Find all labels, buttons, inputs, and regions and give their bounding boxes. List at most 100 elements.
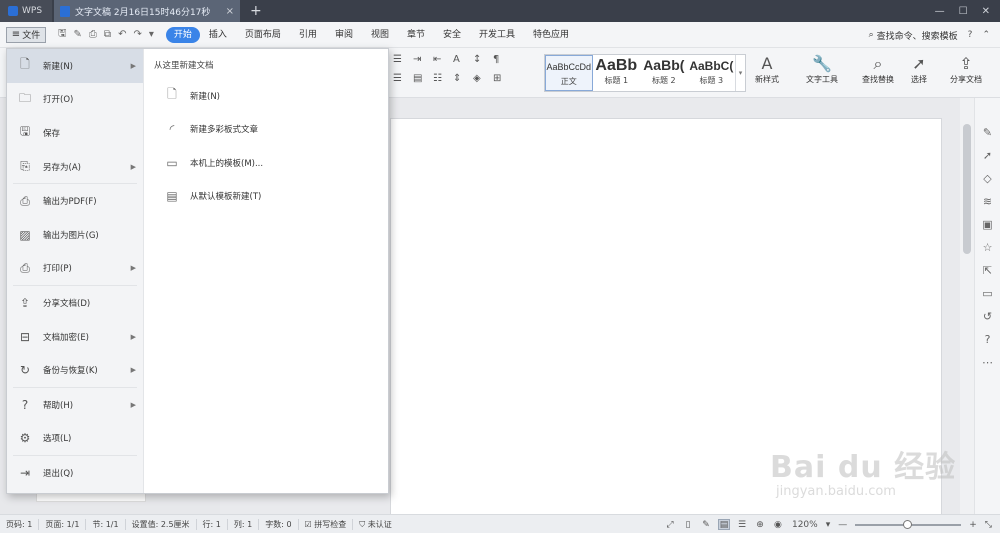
tab-page-layout[interactable]: 页面布局: [236, 27, 290, 43]
menu-exit[interactable]: ⇥ 退出(Q): [7, 456, 143, 490]
certification-status[interactable]: ⛉ 未认证: [353, 519, 398, 530]
style-heading-3[interactable]: AaBbC( 标题 3: [688, 55, 736, 91]
zoom-dropdown-icon[interactable]: ▾: [826, 520, 831, 530]
align-icon[interactable]: ☰: [393, 54, 413, 65]
distribute-icon[interactable]: ☷: [433, 73, 453, 84]
submenu-default-template[interactable]: ▤ 从默认模板新建(T): [154, 180, 378, 214]
tab-features[interactable]: 特色应用: [524, 27, 578, 43]
submenu-local-template[interactable]: ▭ 本机上的模板(M)...: [154, 146, 378, 180]
align-right-icon[interactable]: ☰: [393, 73, 413, 84]
style-gallery-scroll[interactable]: ▾: [735, 55, 745, 91]
menu-new[interactable]: 🗋 新建(N) ▶: [7, 49, 143, 83]
reading-view-icon[interactable]: ▯: [682, 519, 694, 530]
menu-save-as[interactable]: ⎘ 另存为(A) ▶: [7, 150, 143, 184]
menu-export-pdf[interactable]: ⎙ 输出为PDF(F): [7, 184, 143, 218]
help-icon[interactable]: ?: [968, 30, 973, 40]
menu-help[interactable]: ? 帮助(H) ▶: [7, 388, 143, 422]
justify-icon[interactable]: ▤: [413, 73, 433, 84]
page-view-icon[interactable]: ▤: [717, 519, 730, 530]
tab-view[interactable]: 视图: [362, 27, 398, 43]
scrollbar-thumb[interactable]: [963, 124, 971, 254]
zoom-slider-knob[interactable]: [903, 519, 913, 529]
zoom-in-icon[interactable]: +: [969, 520, 977, 530]
outdent-icon[interactable]: ⇤: [433, 54, 453, 65]
format-painter-icon[interactable]: ✎: [74, 29, 82, 40]
menu-print[interactable]: ⎙ 打印(P) ▶: [7, 252, 143, 286]
menu-export-image[interactable]: ▨ 输出为图片(G): [7, 218, 143, 252]
new-submenu: 从这里新建文档 🗋 新建(N) ◜ 新建多彩板式文章 ▭ 本机上的模板(M)... ▤…: [144, 49, 388, 493]
menu-encrypt[interactable]: ⊟ 文档加密(E) ▶: [7, 320, 143, 354]
zoom-level[interactable]: 120%: [792, 520, 818, 530]
shading-icon[interactable]: ◈: [473, 73, 493, 84]
tab-insert[interactable]: 插入: [200, 27, 236, 43]
menu-save[interactable]: 🖫 保存: [7, 116, 143, 150]
tab-chapter[interactable]: 章节: [398, 27, 434, 43]
archive-icon[interactable]: ▭: [982, 287, 992, 300]
fullscreen-icon[interactable]: ⤢: [664, 519, 676, 530]
status-word-count[interactable]: 字数: 0: [259, 518, 299, 530]
tab-home[interactable]: 开始: [165, 26, 200, 43]
spell-check-button[interactable]: ☑ 拼写检查: [299, 518, 354, 530]
customize-dropdown-icon[interactable]: ▾: [149, 29, 154, 40]
menu-backup[interactable]: ↻ 备份与恢复(K) ▶: [7, 353, 143, 387]
file-menu-button[interactable]: ≡ 文件: [6, 26, 46, 43]
menu-share[interactable]: ⇪ 分享文档(D): [7, 286, 143, 320]
line-spacing-icon[interactable]: ⇕: [453, 73, 473, 84]
document-tab[interactable]: 文字文稿 2月16日15时46分17秒 ×: [54, 0, 240, 22]
borders-icon[interactable]: ⊞: [493, 73, 513, 84]
fit-window-icon[interactable]: ⤡: [985, 520, 992, 530]
style-heading-1[interactable]: AaBb 标题 1: [593, 55, 641, 91]
more-icon[interactable]: ⋯: [982, 356, 993, 369]
command-search[interactable]: ⌕ 查找命令、搜索模板: [869, 29, 958, 42]
undo-icon[interactable]: ↶: [118, 29, 126, 40]
redo-icon[interactable]: ↷: [133, 29, 141, 40]
sort-icon[interactable]: ↕: [473, 54, 493, 65]
gallery-icon[interactable]: ▣: [982, 218, 992, 231]
star-icon[interactable]: ☆: [983, 241, 993, 254]
question-icon[interactable]: ?: [985, 333, 991, 346]
collapse-ribbon-icon[interactable]: ⌃: [982, 30, 990, 40]
show-marks-icon[interactable]: ¶: [493, 54, 513, 65]
tab-developer[interactable]: 开发工具: [470, 27, 524, 43]
menu-label: 保存: [43, 128, 61, 139]
settings-sliders-icon[interactable]: ≋: [983, 195, 992, 208]
find-replace-button[interactable]: ⌕ 查找替换: [858, 54, 898, 85]
text-tools-button[interactable]: 🔧 文字工具: [800, 54, 844, 85]
menu-open[interactable]: 🗀 打开(O): [7, 83, 143, 117]
tab-security[interactable]: 安全: [434, 27, 470, 43]
wps-home-tab[interactable]: WPS: [0, 0, 52, 22]
pointer-icon[interactable]: ➚: [983, 149, 992, 162]
zoom-out-icon[interactable]: —: [838, 520, 847, 530]
style-heading-2[interactable]: AaBb( 标题 2: [640, 55, 688, 91]
select-label: 选择: [911, 75, 927, 84]
new-tab-button[interactable]: +: [250, 3, 262, 19]
minimize-icon[interactable]: —: [935, 6, 945, 17]
maximize-icon[interactable]: ☐: [959, 6, 968, 17]
web-view-icon[interactable]: ⊕: [754, 519, 766, 530]
eye-protection-icon[interactable]: ◉: [772, 519, 784, 530]
vertical-scrollbar[interactable]: [960, 98, 974, 514]
submenu-colorful-article[interactable]: ◜ 新建多彩板式文章: [154, 113, 378, 147]
select-button[interactable]: ➚ 选择: [906, 54, 932, 85]
menu-options[interactable]: ⚙ 选项(L): [7, 422, 143, 456]
history-icon[interactable]: ↺: [983, 310, 992, 323]
close-window-icon[interactable]: ✕: [982, 6, 990, 17]
shapes-icon[interactable]: ◇: [983, 172, 991, 185]
zoom-slider[interactable]: [855, 519, 962, 529]
submenu-new-blank[interactable]: 🗋 新建(N): [154, 79, 378, 113]
tab-review[interactable]: 审阅: [326, 27, 362, 43]
style-normal[interactable]: AaBbCcDd 正文: [545, 55, 593, 91]
share-doc-button[interactable]: ⇪ 分享文档: [946, 54, 986, 85]
outline-view-icon[interactable]: ☰: [736, 519, 748, 530]
print-preview-icon[interactable]: ⧉: [104, 29, 111, 40]
new-style-button[interactable]: A 新样式: [752, 54, 782, 85]
export-icon[interactable]: ⇱: [983, 264, 992, 277]
save-quick-icon[interactable]: 🖫: [58, 26, 67, 43]
close-tab-icon[interactable]: ×: [226, 6, 234, 17]
text-direction-icon[interactable]: A: [453, 54, 473, 65]
indent-icon[interactable]: ⇥: [413, 54, 433, 65]
print-quick-icon[interactable]: ⎙: [89, 29, 97, 40]
tab-references[interactable]: 引用: [290, 27, 326, 43]
edit-view-icon[interactable]: ✎: [700, 519, 712, 530]
pen-icon[interactable]: ✎: [983, 126, 992, 139]
